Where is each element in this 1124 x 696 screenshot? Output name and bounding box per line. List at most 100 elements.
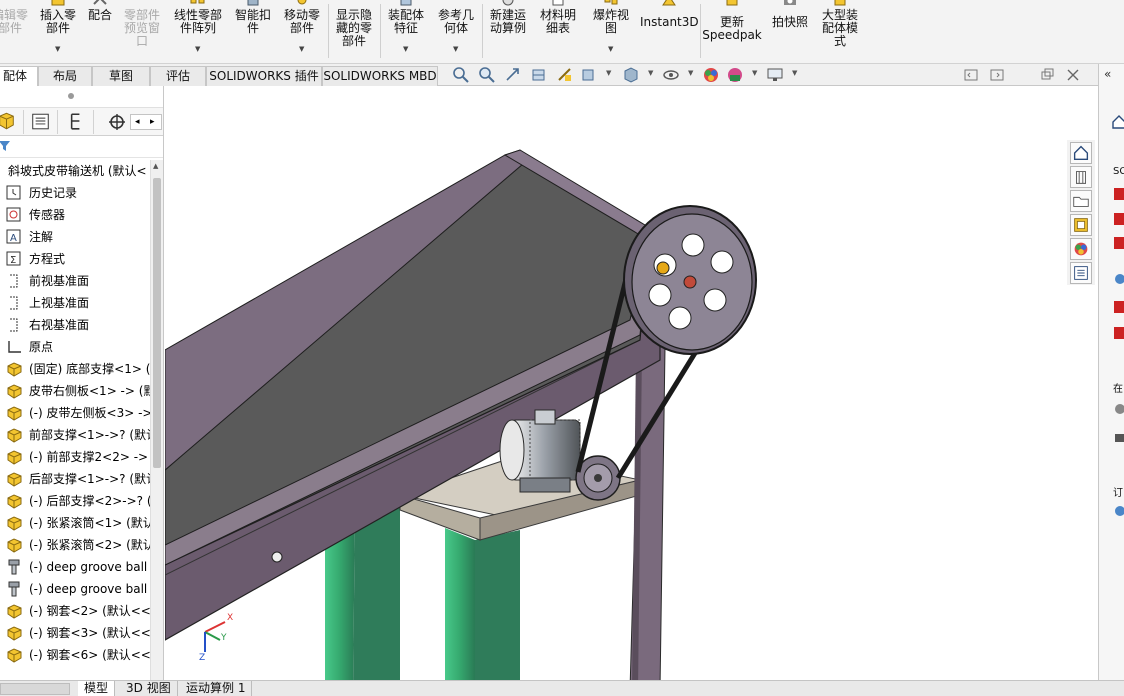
subscription-icon[interactable] — [1113, 504, 1124, 518]
chevron-down-icon[interactable]: ▼ — [688, 69, 693, 77]
chevron-down-icon[interactable]: ▼ — [195, 43, 200, 56]
edit-appearance-icon[interactable] — [702, 66, 720, 84]
new-motion-study-button[interactable]: 新建运 动算例 — [484, 0, 532, 62]
tree-item[interactable]: 原点 — [0, 336, 150, 358]
collapse-task-pane-icon[interactable]: « — [1104, 67, 1111, 81]
chevron-down-icon[interactable]: ▼ — [403, 43, 408, 56]
move-component-button[interactable]: 移动零 部件 ▼ — [278, 0, 326, 62]
bill-of-materials-button[interactable]: 材料明 细表 — [534, 0, 582, 62]
scrollbar-thumb[interactable] — [153, 178, 161, 468]
solidworks-resource-icon[interactable] — [1113, 300, 1124, 314]
solidworks-resource-icon[interactable] — [1113, 236, 1124, 250]
solidworks-resource-icon[interactable] — [1113, 326, 1124, 340]
tree-item[interactable]: 皮带右侧板<1> -> (默 — [0, 380, 150, 402]
feature-tree-tab-icon[interactable] — [0, 110, 24, 134]
zoom-to-fit-icon[interactable] — [452, 66, 470, 84]
tree-item[interactable]: A 注解 — [0, 226, 150, 248]
tree-item[interactable]: (-) 钢套<6> (默认<< — [0, 644, 150, 666]
dynamic-annotation-icon[interactable] — [556, 66, 574, 84]
show-hidden-components-button[interactable]: 显示隐 藏的零 部件 — [330, 0, 378, 62]
graphics-area[interactable]: X Y Z — [165, 87, 1095, 680]
smart-fasteners-button[interactable]: 智能扣 件 — [230, 0, 276, 62]
chevron-down-icon[interactable]: ▼ — [299, 43, 304, 56]
configuration-manager-tab-icon[interactable] — [60, 110, 94, 134]
zoom-to-area-icon[interactable] — [478, 66, 496, 84]
home-icon[interactable] — [1111, 114, 1124, 130]
panel-drag-handle[interactable] — [0, 86, 163, 108]
close-document-icon[interactable] — [1064, 66, 1082, 84]
tab-evaluate[interactable]: 评估 — [150, 66, 206, 86]
search-resource-icon[interactable] — [1113, 272, 1124, 286]
hide-show-items-icon[interactable] — [662, 66, 680, 84]
component-preview-window-button[interactable]: 零部件 预览窗 口 — [118, 0, 166, 62]
appearances-icon[interactable] — [1070, 238, 1092, 260]
horizontal-scrollbar[interactable] — [0, 683, 70, 695]
solidworks-resource-icon[interactable] — [1113, 187, 1124, 201]
design-library-icon[interactable] — [1070, 166, 1092, 188]
chevron-down-icon[interactable]: ▼ — [608, 43, 613, 56]
tree-item[interactable]: (-) 张紧滚筒<2> (默认 — [0, 534, 150, 556]
tree-item[interactable]: (-) deep groove ball — [0, 578, 150, 600]
apply-scene-icon[interactable] — [726, 66, 744, 84]
reference-geometry-button[interactable]: 参考几 何体 ▼ — [432, 0, 480, 62]
scroll-right-icon[interactable]: ▸ — [150, 115, 155, 129]
home-icon[interactable] — [1070, 142, 1092, 164]
tree-item[interactable]: (-) 前部支撑2<2> -> — [0, 446, 150, 468]
tree-item[interactable]: 前部支撑<1>->? (默认 — [0, 424, 150, 446]
tree-item[interactable]: 后部支撑<1>->? (默认 — [0, 468, 150, 490]
chevron-down-icon[interactable]: ▼ — [752, 69, 757, 77]
tree-item[interactable]: 前视基准面 — [0, 270, 150, 292]
view-settings-icon[interactable] — [766, 66, 784, 84]
tree-item[interactable]: 传感器 — [0, 204, 150, 226]
tree-item[interactable]: (-) 钢套<2> (默认<< — [0, 600, 150, 622]
tab-layout[interactable]: 布局 — [38, 66, 92, 86]
insert-components-button[interactable]: 插入零 部件 ▼ — [34, 0, 82, 62]
tab-3d-views[interactable]: 3D 视图 — [120, 681, 178, 696]
large-assembly-mode-button[interactable]: 大型装 配体模 式 — [814, 0, 866, 62]
tree-item[interactable]: 历史记录 — [0, 182, 150, 204]
solidworks-resource-icon[interactable] — [1113, 212, 1124, 226]
view-orientation-icon[interactable] — [580, 66, 598, 84]
tile-left-icon[interactable] — [962, 66, 980, 84]
view-palette-icon[interactable] — [1070, 214, 1092, 236]
filter-icon[interactable] — [0, 139, 12, 153]
tree-root-assembly[interactable]: 斜坡式皮带输送机 (默认< — [0, 160, 150, 182]
update-speedpak-button[interactable]: 更新 Speedpak — [702, 0, 762, 62]
scroll-left-icon[interactable]: ◂ — [135, 115, 140, 129]
chevron-down-icon[interactable]: ▼ — [792, 69, 797, 77]
chevron-down-icon[interactable]: ▼ — [606, 69, 611, 77]
exploded-view-button[interactable]: 爆炸视 图 ▼ — [586, 0, 636, 62]
mate-button[interactable]: 配合 — [84, 0, 116, 62]
tab-motion-study-1[interactable]: 运动算例 1 — [180, 681, 253, 696]
instant3d-button[interactable]: Instant3D — [640, 0, 699, 62]
property-manager-tab-icon[interactable] — [24, 110, 58, 134]
file-explorer-icon[interactable] — [1070, 190, 1092, 212]
tab-solidworks-addins[interactable]: SOLIDWORKS 插件 — [206, 66, 322, 86]
tile-right-icon[interactable] — [988, 66, 1006, 84]
chevron-down-icon[interactable]: ▼ — [55, 43, 60, 56]
community-icon[interactable] — [1113, 402, 1124, 416]
dimxpert-tab-icon[interactable] — [100, 110, 134, 134]
tab-scroll-arrows[interactable]: ◂ ▸ — [130, 114, 162, 130]
tree-item[interactable]: (-) 后部支撑<2>->? ( — [0, 490, 150, 512]
tree-item[interactable]: (-) deep groove ball — [0, 556, 150, 578]
display-style-icon[interactable] — [622, 66, 640, 84]
tree-item[interactable]: (-) 张紧滚筒<1> (默认 — [0, 512, 150, 534]
community-icon[interactable] — [1113, 430, 1124, 444]
feature-tree-scrollbar[interactable]: ▲ — [150, 160, 163, 680]
tree-item[interactable]: (-) 皮带左侧板<3> -> — [0, 402, 150, 424]
tab-sketch[interactable]: 草图 — [92, 66, 150, 86]
assembly-features-button[interactable]: 装配体 特征 ▼ — [382, 0, 430, 62]
tab-assembly[interactable]: 配体 — [0, 66, 38, 86]
chevron-down-icon[interactable]: ▼ — [648, 69, 653, 77]
linear-component-pattern-button[interactable]: 线性零部 件阵列 ▼ — [168, 0, 228, 62]
previous-view-icon[interactable] — [504, 66, 522, 84]
scroll-up-icon[interactable]: ▲ — [153, 162, 158, 170]
tree-item[interactable]: Σ 方程式 — [0, 248, 150, 270]
tree-item[interactable]: 右视基准面 — [0, 314, 150, 336]
chevron-down-icon[interactable]: ▼ — [453, 43, 458, 56]
tab-solidworks-mbd[interactable]: SOLIDWORKS MBD — [322, 66, 438, 86]
restore-window-icon[interactable] — [1038, 66, 1056, 84]
edit-component-button[interactable]: 编辑零 部件 — [0, 0, 34, 62]
tree-item[interactable]: 上视基准面 — [0, 292, 150, 314]
